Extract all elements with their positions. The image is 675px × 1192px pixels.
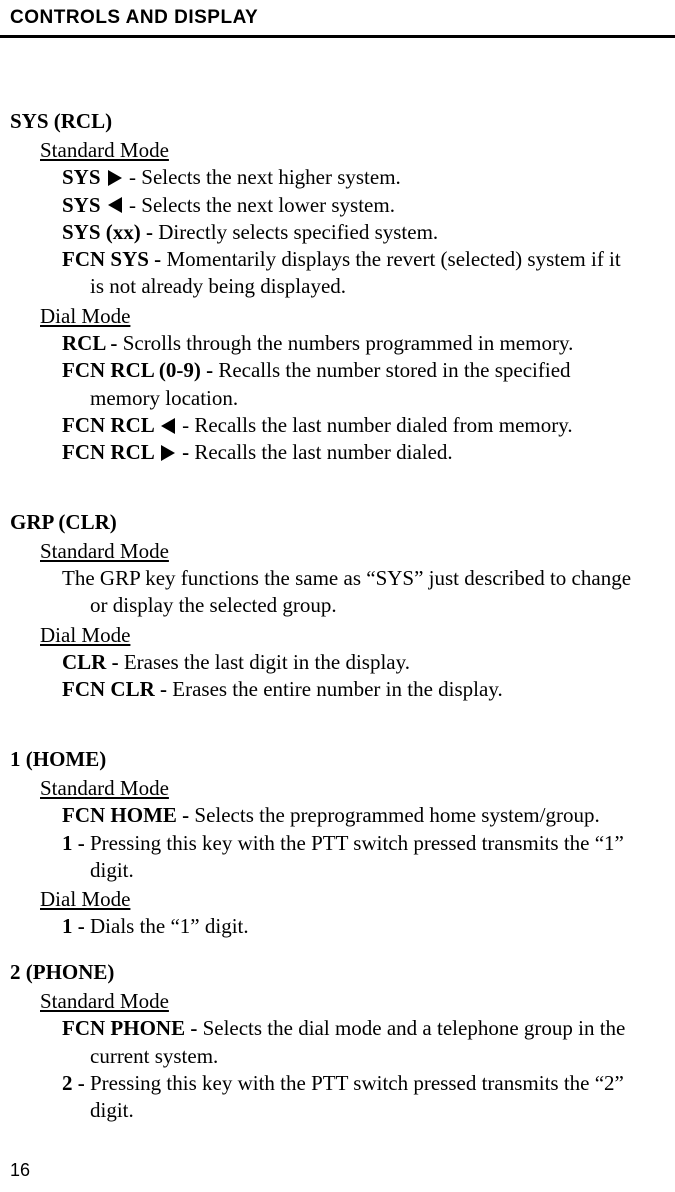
page-content: SYS (RCL) Standard Mode SYS - Selects th… (0, 38, 675, 1125)
one-prefix: 1 - (62, 831, 90, 855)
triangle-left-icon (161, 418, 175, 434)
fcn-clr-prefix: FCN CLR - (62, 677, 172, 701)
section-title-phone: 2 (PHONE) (10, 959, 665, 986)
one-item: 1 - Pressing this key with the PTT switc… (62, 830, 665, 885)
rcl-prefix: RCL - (62, 331, 123, 355)
two-desc2: digit. (90, 1097, 665, 1124)
sys-left-prefix: SYS (62, 193, 106, 217)
section-title-grp-clr: GRP (CLR) (10, 509, 665, 536)
section-title-sys-rcl: SYS (RCL) (10, 108, 665, 135)
section-title-home: 1 (HOME) (10, 746, 665, 773)
fcn-rcl-right-desc: Recalls the last number dialed. (194, 440, 452, 464)
two-prefix: 2 - (62, 1071, 90, 1095)
fcn-sys-desc1: Momentarily displays the revert (selecte… (166, 247, 620, 271)
fcn-rcl-right-dash: - (177, 440, 195, 464)
fcn-rcl09-desc2: memory location. (90, 385, 665, 412)
clr-prefix: CLR - (62, 650, 124, 674)
grp-desc-item: The GRP key functions the same as “SYS” … (62, 565, 665, 620)
fcn-rcl-right-item: FCN RCL - Recalls the last number dialed… (62, 439, 665, 466)
fcn-rcl-left-prefix: FCN RCL (62, 413, 159, 437)
page-header: CONTROLS AND DISPLAY (0, 0, 675, 38)
triangle-right-icon (161, 445, 175, 461)
mode-standard-home: Standard Mode (40, 775, 665, 802)
fcn-rcl09-item: FCN RCL (0-9) - Recalls the number store… (62, 357, 665, 412)
fcn-rcl-left-item: FCN RCL - Recalls the last number dialed… (62, 412, 665, 439)
two-desc1: Pressing this key with the PTT switch pr… (90, 1071, 624, 1095)
two-item: 2 - Pressing this key with the PTT switc… (62, 1070, 665, 1125)
mode-dial-grp: Dial Mode (40, 622, 665, 649)
fcn-clr-item: FCN CLR - Erases the entire number in th… (62, 676, 665, 703)
mode-standard-sys: Standard Mode (40, 137, 665, 164)
clr-desc: Erases the last digit in the display. (124, 650, 410, 674)
grp-desc1: The GRP key functions the same as “SYS” … (62, 566, 631, 590)
fcn-sys-item: FCN SYS - Momentarily displays the rever… (62, 246, 665, 301)
fcn-rcl09-desc1: Recalls the number stored in the specifi… (218, 358, 570, 382)
one-desc2: digit. (90, 857, 665, 884)
rcl-item: RCL - Scrolls through the numbers progra… (62, 330, 665, 357)
rcl-desc: Scrolls through the numbers programmed i… (123, 331, 574, 355)
sys-xx-item: SYS (xx) - Directly selects specified sy… (62, 219, 665, 246)
sys-xx-prefix: SYS (xx) - (62, 220, 158, 244)
mode-standard-grp: Standard Mode (40, 538, 665, 565)
one-dial-item: 1 - Dials the “1” digit. (62, 913, 665, 940)
fcn-sys-desc2: is not already being displayed. (90, 273, 665, 300)
mode-dial-home: Dial Mode (40, 886, 665, 913)
one-dial-prefix: 1 - (62, 914, 90, 938)
fcn-home-prefix: FCN HOME - (62, 803, 194, 827)
page-number: 16 (10, 1159, 30, 1182)
grp-desc2: or display the selected group. (90, 592, 665, 619)
mode-standard-phone: Standard Mode (40, 988, 665, 1015)
fcn-phone-desc1: Selects the dial mode and a telephone gr… (203, 1016, 626, 1040)
fcn-home-item: FCN HOME - Selects the preprogrammed hom… (62, 802, 665, 829)
triangle-right-icon (108, 170, 122, 186)
sys-left-desc: - Selects the next lower system. (124, 193, 395, 217)
fcn-phone-prefix: FCN PHONE - (62, 1016, 203, 1040)
one-desc1: Pressing this key with the PTT switch pr… (90, 831, 624, 855)
clr-item: CLR - Erases the last digit in the displ… (62, 649, 665, 676)
triangle-left-icon (108, 197, 122, 213)
fcn-rcl09-prefix: FCN RCL (0-9) - (62, 358, 218, 382)
fcn-phone-desc2: current system. (90, 1043, 665, 1070)
fcn-clr-desc: Erases the entire number in the display. (172, 677, 502, 701)
fcn-rcl-right-prefix: FCN RCL (62, 440, 159, 464)
fcn-home-desc: Selects the preprogrammed home system/gr… (194, 803, 599, 827)
one-dial-desc: Dials the “1” digit. (90, 914, 249, 938)
fcn-phone-item: FCN PHONE - Selects the dial mode and a … (62, 1015, 665, 1070)
mode-dial-sys: Dial Mode (40, 303, 665, 330)
sys-right-item: SYS - Selects the next higher system. (62, 164, 665, 191)
sys-left-item: SYS - Selects the next lower system. (62, 192, 665, 219)
sys-right-desc: - Selects the next higher system. (124, 165, 401, 189)
sys-right-prefix: SYS (62, 165, 106, 189)
fcn-sys-prefix: FCN SYS - (62, 247, 166, 271)
sys-xx-desc: Directly selects specified system. (158, 220, 438, 244)
fcn-rcl-left-desc: - Recalls the last number dialed from me… (177, 413, 573, 437)
